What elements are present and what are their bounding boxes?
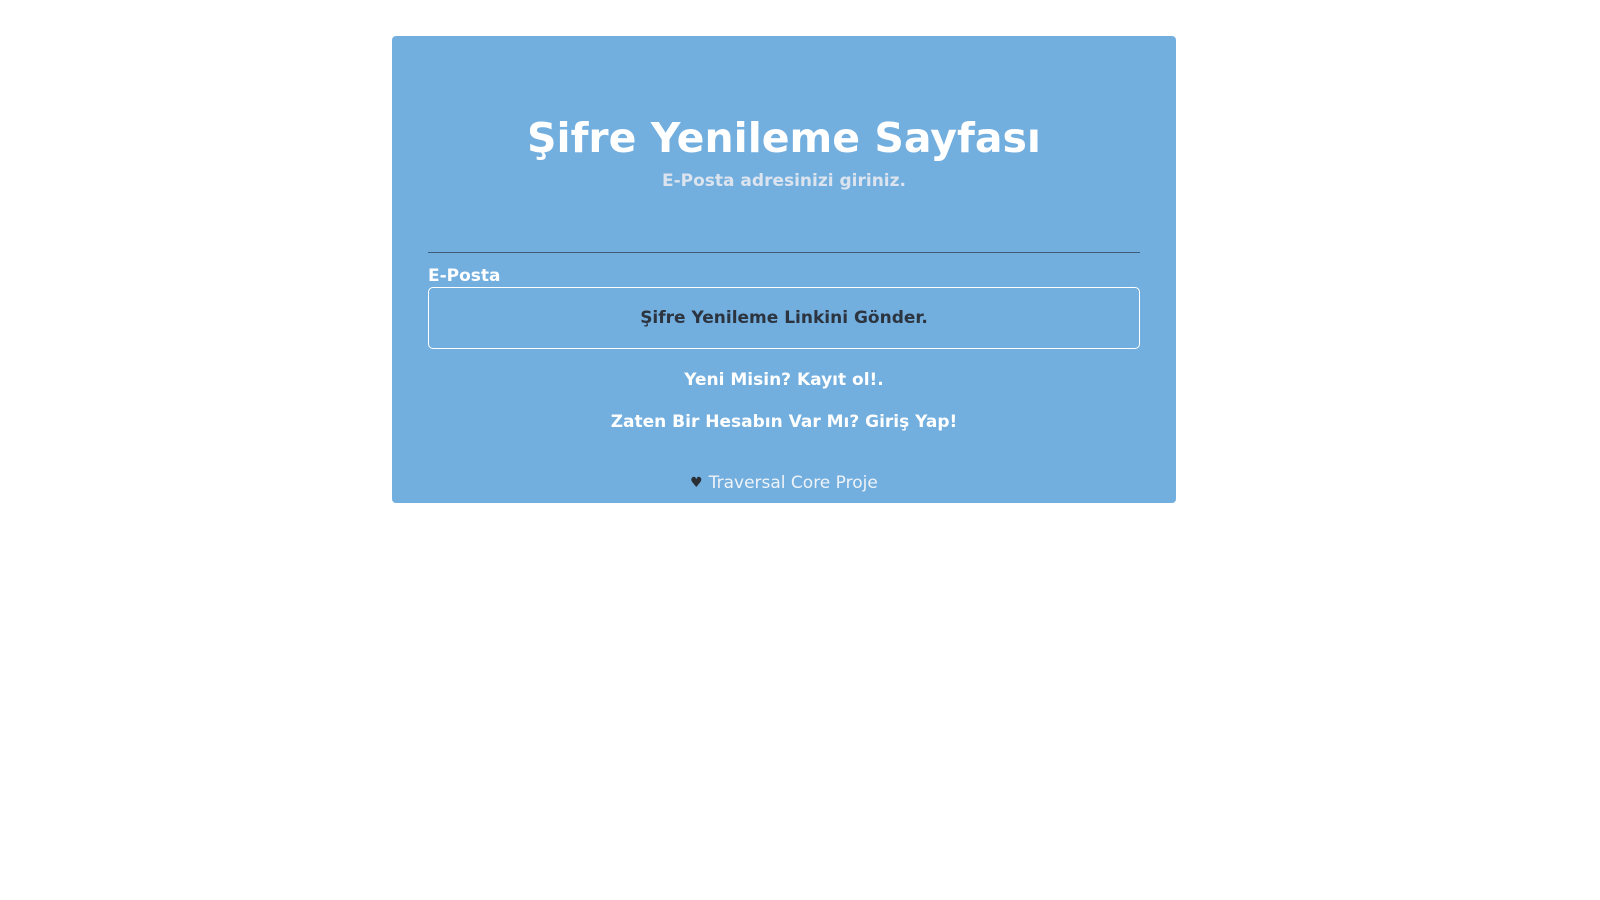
email-field[interactable] [428, 196, 1140, 253]
email-field-label: E-Posta [428, 266, 501, 286]
register-link[interactable]: Yeni Misin? Kayıt ol!. [684, 370, 884, 390]
send-reset-link-button[interactable]: Şifre Yenileme Linkini Gönder. [428, 287, 1140, 349]
login-link-row: Zaten Bir Hesabın Var Mı? Giriş Yap! [392, 410, 1176, 434]
page-subtitle: E-Posta adresinizi giriniz. [661, 171, 906, 191]
register-link-row: Yeni Misin? Kayıt ol!. [392, 368, 1176, 392]
reset-password-card: Şifre Yenileme Sayfası E-Posta adresiniz… [392, 36, 1176, 503]
page-title: Şifre Yenileme Sayfası [527, 114, 1041, 162]
footer: ♥ Traversal Core Proje [392, 472, 1176, 494]
login-link[interactable]: Zaten Bir Hesabın Var Mı? Giriş Yap! [611, 412, 958, 432]
heart-icon: ♥ [690, 475, 703, 491]
email-field-wrapper [428, 196, 1140, 256]
footer-text: Traversal Core Proje [708, 473, 878, 493]
